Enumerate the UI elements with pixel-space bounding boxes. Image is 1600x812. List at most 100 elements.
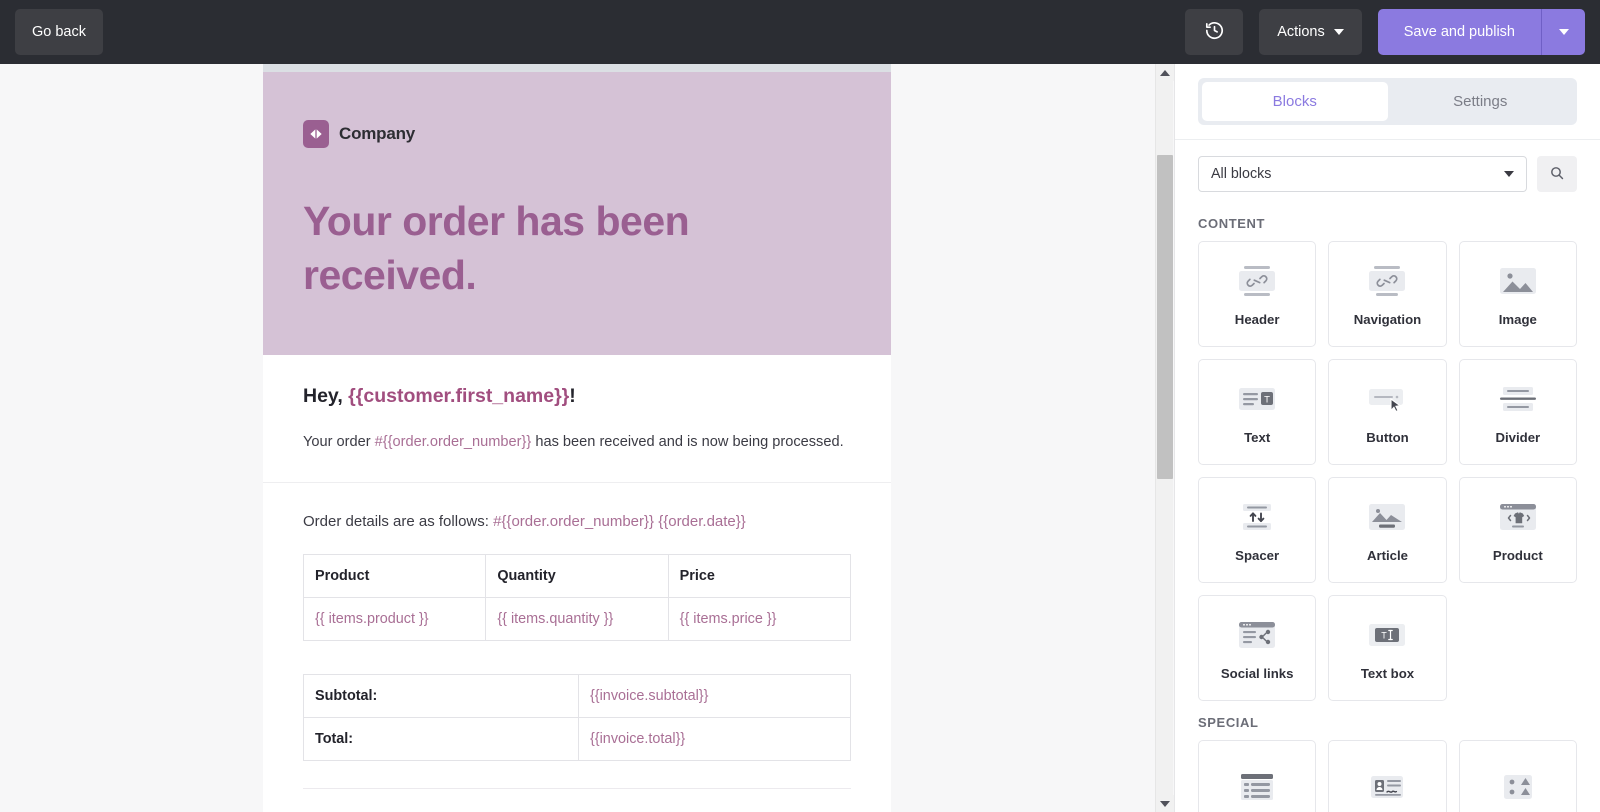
svg-text:T: T [1264,394,1270,405]
chevron-down-icon [1333,29,1344,35]
block-category-selected-value: All blocks [1211,166,1272,182]
tab-blocks[interactable]: Blocks [1202,82,1388,121]
greeting-line: Hey, {{customer.first_name}}! [303,385,851,408]
greeting-static-text: Hey, [303,385,349,407]
canvas-vertical-scrollbar[interactable] [1155,64,1174,812]
section-divider [303,787,851,789]
block-card-text-box[interactable]: T Text box [1328,595,1447,701]
block-card-header[interactable]: Header [1198,241,1317,347]
block-card-button[interactable]: Button [1328,359,1447,465]
items-table-cell: {{ items.price }} [667,596,852,641]
scroll-thumb[interactable] [1157,155,1173,479]
items-table-head: Product Quantity Price [302,553,852,598]
history-clock-icon [1204,20,1225,44]
list-block-icon [1235,768,1279,806]
media-play-pause-logo-icon [303,120,329,148]
block-label: Image [1498,311,1537,327]
block-card-social-links[interactable]: Social links [1198,595,1317,701]
block-card-special-signature[interactable] [1328,740,1447,812]
email-canvas: Company Your order has been received. He… [0,64,1155,812]
scroll-down-arrow-icon[interactable] [1156,795,1174,812]
block-label: Social links [1220,665,1294,681]
save-options-dropdown-button[interactable] [1541,9,1585,55]
table-row: Subtotal: {{invoice.subtotal}} [303,673,851,718]
blocks-filter-row: All blocks [1175,140,1600,202]
brand-name-text: Company [339,124,416,143]
block-category-select[interactable]: All blocks [1198,156,1527,192]
svg-text:T: T [1382,630,1388,640]
email-hero-block[interactable]: Company Your order has been received. [263,72,891,355]
order-details-line: Order details are as follows: #{{order.o… [303,513,851,530]
block-card-spacer[interactable]: Spacer [1198,477,1317,583]
table-row: {{ items.product }} {{ items.quantity }}… [302,596,852,641]
previous-block-edge[interactable] [263,64,891,72]
block-card-navigation[interactable]: Navigation [1328,241,1447,347]
items-table-header-cell: Product [302,553,487,598]
article-image-icon [1365,498,1409,536]
greeting-suffix-text: ! [569,385,576,407]
block-card-product[interactable]: Product [1458,477,1577,583]
table-row: Total: {{invoice.total}} [303,716,851,761]
button-cursor-icon [1364,380,1410,418]
items-table-cell: {{ items.quantity }} [485,596,669,641]
save-and-publish-group: Save and publish [1377,9,1585,55]
block-label: Article [1366,547,1409,563]
items-table-body: {{ items.product }} {{ items.quantity }}… [302,596,852,641]
history-button[interactable] [1185,9,1244,55]
panel-tabs-wrapper: Blocks Settings [1175,64,1600,139]
block-card-article[interactable]: Article [1328,477,1447,583]
gallery-shapes-icon [1496,768,1540,806]
blocks-grid-content: Header Navigation Image T Text Button Di… [1198,241,1577,701]
signature-card-icon [1365,768,1409,806]
order-details-merge-token: #{{order.order_number}} {{order.date}} [493,512,746,530]
totals-table: Subtotal: {{invoice.subtotal}} Total: {{… [303,673,851,761]
items-table-header-cell: Quantity [485,553,669,598]
block-card-divider[interactable]: Divider [1458,359,1577,465]
brand-logo: Company [303,120,851,148]
items-table-cell: {{ items.product }} [302,596,487,641]
toolbar-actions-group: Actions Save and publish [1185,9,1585,55]
scroll-up-arrow-icon[interactable] [1156,64,1174,81]
chevron-down-icon [1558,29,1569,35]
email-order-details-block[interactable]: Order details are as follows: #{{order.o… [263,483,891,812]
block-card-special-list[interactable] [1198,740,1317,812]
save-and-publish-button[interactable]: Save and publish [1377,9,1541,55]
block-card-special-gallery[interactable] [1458,740,1577,812]
blocks-grid-special [1198,740,1577,812]
totals-label-cell: Subtotal: [303,673,579,718]
block-label: Spacer [1235,547,1280,563]
block-card-text[interactable]: T Text [1198,359,1317,465]
search-blocks-button[interactable] [1537,156,1577,192]
panel-tabs: Blocks Settings [1198,78,1577,125]
order-details-prefix-text: Order details are as follows: [303,512,494,530]
email-template-editor: Go back Actions Save and publish Company… [0,0,1600,812]
blocks-group-label-special: SPECIAL [1198,715,1259,730]
block-card-image[interactable]: Image [1458,241,1577,347]
block-label: Divider [1495,429,1541,445]
totals-value-cell: {{invoice.subtotal}} [578,673,851,718]
block-label: Text [1244,429,1271,445]
items-table-header-row: Product Quantity Price [302,553,852,598]
text-box-icon: T [1365,616,1409,654]
actions-label: Actions [1277,24,1325,40]
image-picture-icon [1497,262,1539,300]
email-hero-title: Your order has been received. [303,198,690,299]
totals-table-body: Subtotal: {{invoice.subtotal}} Total: {{… [303,673,851,761]
block-label: Navigation [1353,311,1422,327]
email-greeting-block[interactable]: Hey, {{customer.first_name}}! Your order… [263,355,891,483]
blocks-list-scroll-region[interactable]: CONTENT Header Navigation Image T Text B… [1175,202,1600,812]
right-sidebar-panel: Blocks Settings All blocks CONTENT Heade… [1174,64,1600,812]
items-table: Product Quantity Price {{ items.product … [302,553,852,641]
header-link-icon [1234,262,1280,300]
tab-settings[interactable]: Settings [1388,82,1574,121]
intro-paragraph: Your order #{{order.order_number}} has b… [303,432,851,454]
intro-suffix-text: has been received and is now being proce… [531,434,844,450]
go-back-button[interactable]: Go back [15,9,103,55]
block-label: Button [1366,429,1409,445]
text-lines-icon: T [1236,380,1278,418]
block-label: Header [1234,311,1280,327]
actions-dropdown-button[interactable]: Actions [1259,9,1362,55]
divider-lines-icon [1496,380,1540,418]
chevron-down-icon [1504,171,1514,177]
totals-value-cell: {{invoice.total}} [578,716,851,761]
